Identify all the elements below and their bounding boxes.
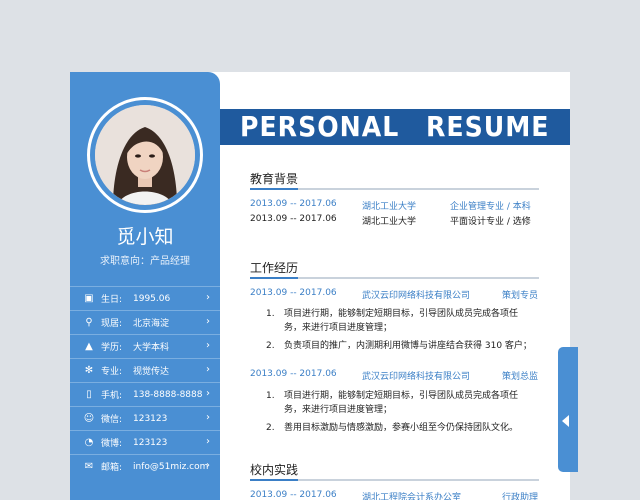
info-row-residence[interactable]: ⚲ 现居: 北京海淀 ›: [70, 310, 220, 334]
job-period: 2013.09 -- 2017.06: [250, 369, 337, 379]
chevron-right-icon: ›: [206, 364, 210, 375]
avatar-photo: [95, 105, 195, 205]
weibo-icon: ◔: [84, 437, 94, 448]
chevron-right-icon: ›: [206, 436, 210, 447]
edu-school: 湖北工业大学: [362, 217, 417, 227]
wechat-icon: ☺: [83, 413, 95, 424]
education-title: 教育背景: [250, 172, 299, 186]
job-role: 策划专员: [502, 291, 539, 301]
person-name: 觅小知: [116, 226, 174, 248]
banner-word-resume: RESUME: [426, 110, 550, 143]
info-label: 生日:: [101, 295, 123, 305]
campus-title: 校内实践: [250, 463, 299, 477]
chevron-right-icon: ›: [206, 340, 210, 351]
chevron-right-icon: ›: [206, 412, 210, 423]
info-row-phone[interactable]: ▯ 手机: 138-8888-8888 ›: [70, 382, 220, 406]
calendar-icon: ▣: [84, 293, 94, 304]
job-header: 2013.09 -- 2017.06 武汉云印网络科技有限公司 策划总监: [250, 369, 540, 383]
location-icon: ⚲: [85, 317, 93, 328]
campus-row: 2013.09 -- 2017.06 湖北工程院会计系办公室 行政助理: [250, 490, 540, 500]
campus-divider: [250, 479, 539, 481]
info-label: 邮箱:: [101, 463, 123, 473]
avatar: [95, 105, 195, 205]
graduation-cap-icon: ▲: [85, 341, 93, 352]
info-row-birthday[interactable]: ▣ 生日: 1995.06 ›: [70, 286, 220, 310]
info-row-major[interactable]: ✻ 专业: 视觉传达 ›: [70, 358, 220, 382]
education-divider: [250, 188, 539, 190]
edu-period: 2013.09 -- 2017.06: [250, 214, 337, 224]
resume-banner: PERSONAL RESUME: [220, 109, 570, 145]
education-row: 2013.09 -- 2017.06 湖北工业大学 企业管理专业 / 本科: [250, 199, 539, 213]
avatar-frame: [87, 97, 203, 213]
campus-org: 湖北工程院会计系办公室: [362, 493, 462, 500]
chevron-right-icon: ›: [206, 460, 210, 471]
resume-page: 觅小知 求职意向：产品经理 ▣ 生日: 1995.06 › ⚲ 现居: 北京海淀…: [70, 72, 570, 500]
gear-icon: ✻: [84, 365, 94, 376]
arrow-left-icon: [562, 415, 569, 427]
info-row-email[interactable]: ✉ 邮箱: info@51miz.com ›: [70, 454, 220, 478]
job-role: 策划总监: [502, 372, 539, 382]
chevron-right-icon: ›: [206, 388, 210, 399]
chevron-right-icon: ›: [206, 316, 210, 327]
job-company: 武汉云印网络科技有限公司: [362, 372, 471, 382]
info-label: 微信:: [101, 415, 123, 425]
info-label: 手机:: [101, 391, 123, 401]
work-divider: [250, 277, 539, 279]
mail-icon: ✉: [84, 461, 94, 472]
campus-period: 2013.09 -- 2017.06: [250, 490, 337, 500]
info-row-weibo[interactable]: ◔ 微博: 123123 ›: [70, 430, 220, 454]
job-period: 2013.09 -- 2017.06: [250, 288, 337, 298]
side-collapse-tab[interactable]: [558, 347, 578, 472]
job-header: 2013.09 -- 2017.06 武汉云印网络科技有限公司 策划专员: [250, 288, 540, 302]
info-label: 现居:: [101, 319, 123, 329]
education-row: 2013.09 -- 2017.06 湖北工业大学 平面设计专业 / 选修: [250, 214, 539, 228]
edu-major: 企业管理专业 / 本科: [450, 202, 531, 212]
campus-role: 行政助理: [502, 493, 539, 500]
phone-icon: ▯: [86, 389, 92, 400]
edu-school: 湖北工业大学: [362, 202, 417, 212]
info-label: 专业:: [101, 367, 123, 377]
job-intent: 求职意向：产品经理: [100, 256, 190, 267]
job-company: 武汉云印网络科技有限公司: [362, 291, 471, 301]
edu-major: 平面设计专业 / 选修: [450, 217, 531, 227]
edu-period: 2013.09 -- 2017.06: [250, 199, 337, 209]
info-row-wechat[interactable]: ☺ 微信: 123123 ›: [70, 406, 220, 430]
info-label: 学历:: [101, 343, 123, 353]
banner-word-personal: PERSONAL: [240, 110, 400, 143]
personal-info-list: ▣ 生日: 1995.06 › ⚲ 现居: 北京海淀 › ▲ 学历: 大学本科 …: [70, 286, 220, 478]
profile-sidebar: 觅小知 求职意向：产品经理 ▣ 生日: 1995.06 › ⚲ 现居: 北京海淀…: [70, 72, 220, 500]
info-row-degree[interactable]: ▲ 学历: 大学本科 ›: [70, 334, 220, 358]
work-title: 工作经历: [250, 261, 299, 275]
info-label: 微博:: [101, 439, 123, 449]
chevron-right-icon: ›: [206, 292, 210, 303]
